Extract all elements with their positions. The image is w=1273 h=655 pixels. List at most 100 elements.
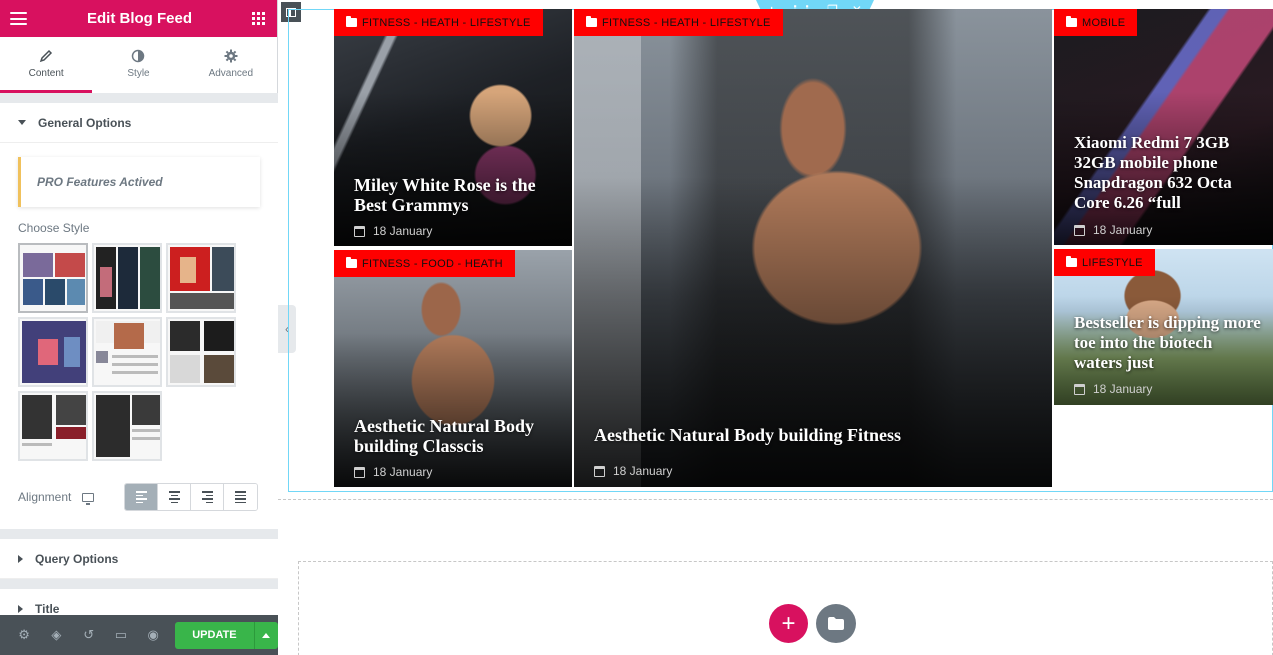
style-option-6[interactable] [166,317,236,387]
caret-down-icon [18,120,26,125]
category-badge[interactable]: FITNESS - HEATH - LIFESTYLE [574,9,783,36]
style-option-8[interactable] [92,391,162,461]
post-date-text: 18 January [613,464,673,478]
align-justify-button[interactable] [224,484,257,510]
align-center-button[interactable] [158,484,191,510]
post-title[interactable]: Aesthetic Natural Body building Fitness [594,425,1040,445]
align-justify-icon [235,491,246,503]
history-icon[interactable]: ↺ [73,627,105,643]
widgets-grid-icon[interactable] [252,12,265,25]
style-option-2[interactable] [92,243,162,313]
tab-content[interactable]: Content [0,37,93,93]
add-template-button[interactable] [816,604,856,643]
caret-right-icon [18,604,23,613]
calendar-icon [594,465,605,477]
post-date: 18 January [1074,223,1152,237]
pencil-icon [39,49,53,62]
general-options-body: PRO Features Actived Choose Style Alignm… [0,143,278,529]
post-date-text: 18 January [1093,223,1153,237]
post-title[interactable]: Miley White Rose is the Best Grammys [354,175,560,215]
post-card[interactable]: MOBILE Xiaomi Redmi 7 3GB 32GB mobile ph… [1054,9,1273,245]
align-right-icon [201,491,213,503]
panel-header: Edit Blog Feed [0,0,277,37]
category-label: FITNESS - HEATH - LIFESTYLE [362,16,531,29]
category-badge[interactable]: LIFESTYLE [1054,249,1155,276]
post-title[interactable]: Xiaomi Redmi 7 3GB 32GB mobile phone Sna… [1074,133,1261,213]
post-date-text: 18 January [1093,382,1153,396]
post-date: 18 January [354,224,432,238]
category-badge[interactable]: MOBILE [1054,9,1138,36]
panel-controls[interactable]: General Options PRO Features Actived Cho… [0,93,278,615]
style-option-4[interactable] [18,317,88,387]
calendar-icon [354,466,365,478]
style-option-1[interactable] [18,243,88,313]
folder-icon [346,257,357,268]
alignment-buttons [124,483,258,511]
tab-advanced[interactable]: Advanced [184,37,277,93]
align-left-icon [135,491,147,503]
post-card[interactable]: FITNESS - HEATH - LIFESTYLE Miley White … [334,9,572,246]
editor-panel: Edit Blog Feed Content Style Advanced Ge… [0,0,279,655]
layers-icon[interactable]: ◈ [40,627,72,643]
section-title-label: Title [35,601,60,616]
panel-footer: ⚙ ◈ ↺ ▭ ◉ UPDATE [0,615,279,655]
panel-title: Edit Blog Feed [87,10,192,27]
category-label: FITNESS - FOOD - HEATH [362,257,503,270]
section-query-options[interactable]: Query Options [0,539,278,579]
post-date-text: 18 January [373,465,433,479]
alignment-control: Alignment [18,483,260,511]
update-button[interactable]: UPDATE [175,621,254,649]
alignment-label: Alignment [18,490,72,504]
align-right-button[interactable] [191,484,224,510]
preview-canvas: ‹ + ⋮⋮ ❐ ✕ FITNESS - HEATH - LIFESTYLE M… [278,0,1273,655]
choose-style-label: Choose Style [18,221,90,235]
section-title[interactable]: Title [0,589,278,615]
preview-eye-icon[interactable]: ◉ [137,627,169,643]
post-card[interactable]: FITNESS - FOOD - HEATH Aesthetic Natural… [334,250,572,487]
align-center-icon [168,491,180,503]
tab-style[interactable]: Style [92,37,185,93]
folder-icon [1066,16,1077,27]
section-general-options[interactable]: General Options [0,103,278,143]
gear-icon [224,49,238,62]
category-badge[interactable]: FITNESS - FOOD - HEATH [334,250,515,277]
responsive-icon[interactable]: ▭ [105,627,137,643]
tab-advanced-label: Advanced [208,67,254,79]
tab-style-label: Style [127,67,150,79]
style-option-5[interactable] [92,317,162,387]
category-label: MOBILE [1082,16,1126,29]
desktop-icon[interactable] [82,492,94,505]
folder-icon [346,16,357,27]
post-card-featured[interactable]: FITNESS - HEATH - LIFESTYLE Aesthetic Na… [574,9,1052,487]
pro-notice: PRO Features Actived [18,157,260,207]
style-option-3[interactable] [166,243,236,313]
menu-icon[interactable] [10,12,27,25]
tab-content-label: Content [28,67,64,79]
caret-right-icon [18,554,23,563]
update-options-button[interactable] [253,621,279,649]
section-general-options-label: General Options [38,115,132,130]
folder-icon [1066,256,1077,267]
contrast-icon [132,49,145,62]
caret-up-icon [262,632,271,638]
post-date-text: 18 January [373,224,433,238]
category-badge[interactable]: FITNESS - HEATH - LIFESTYLE [334,9,543,36]
section-divider [278,499,1273,500]
align-left-button[interactable] [125,484,158,510]
folder-icon [828,617,844,630]
add-new-section-button[interactable]: + [769,604,808,643]
settings-icon[interactable]: ⚙ [8,627,40,643]
section-query-options-label: Query Options [35,551,119,566]
category-label: FITNESS - HEATH - LIFESTYLE [602,16,771,29]
post-card[interactable]: LIFESTYLE Bestseller is dipping more toe… [1054,249,1273,405]
post-title[interactable]: Aesthetic Natural Body building Classcis [354,416,560,456]
folder-icon [586,16,597,27]
post-date: 18 January [1074,382,1152,396]
category-label: LIFESTYLE [1082,256,1143,269]
style-picker [18,243,260,461]
post-title[interactable]: Bestseller is dipping more toe into the … [1074,313,1261,373]
post-date: 18 January [594,464,672,478]
calendar-icon [1074,383,1085,395]
calendar-icon [354,225,365,237]
style-option-7[interactable] [18,391,88,461]
